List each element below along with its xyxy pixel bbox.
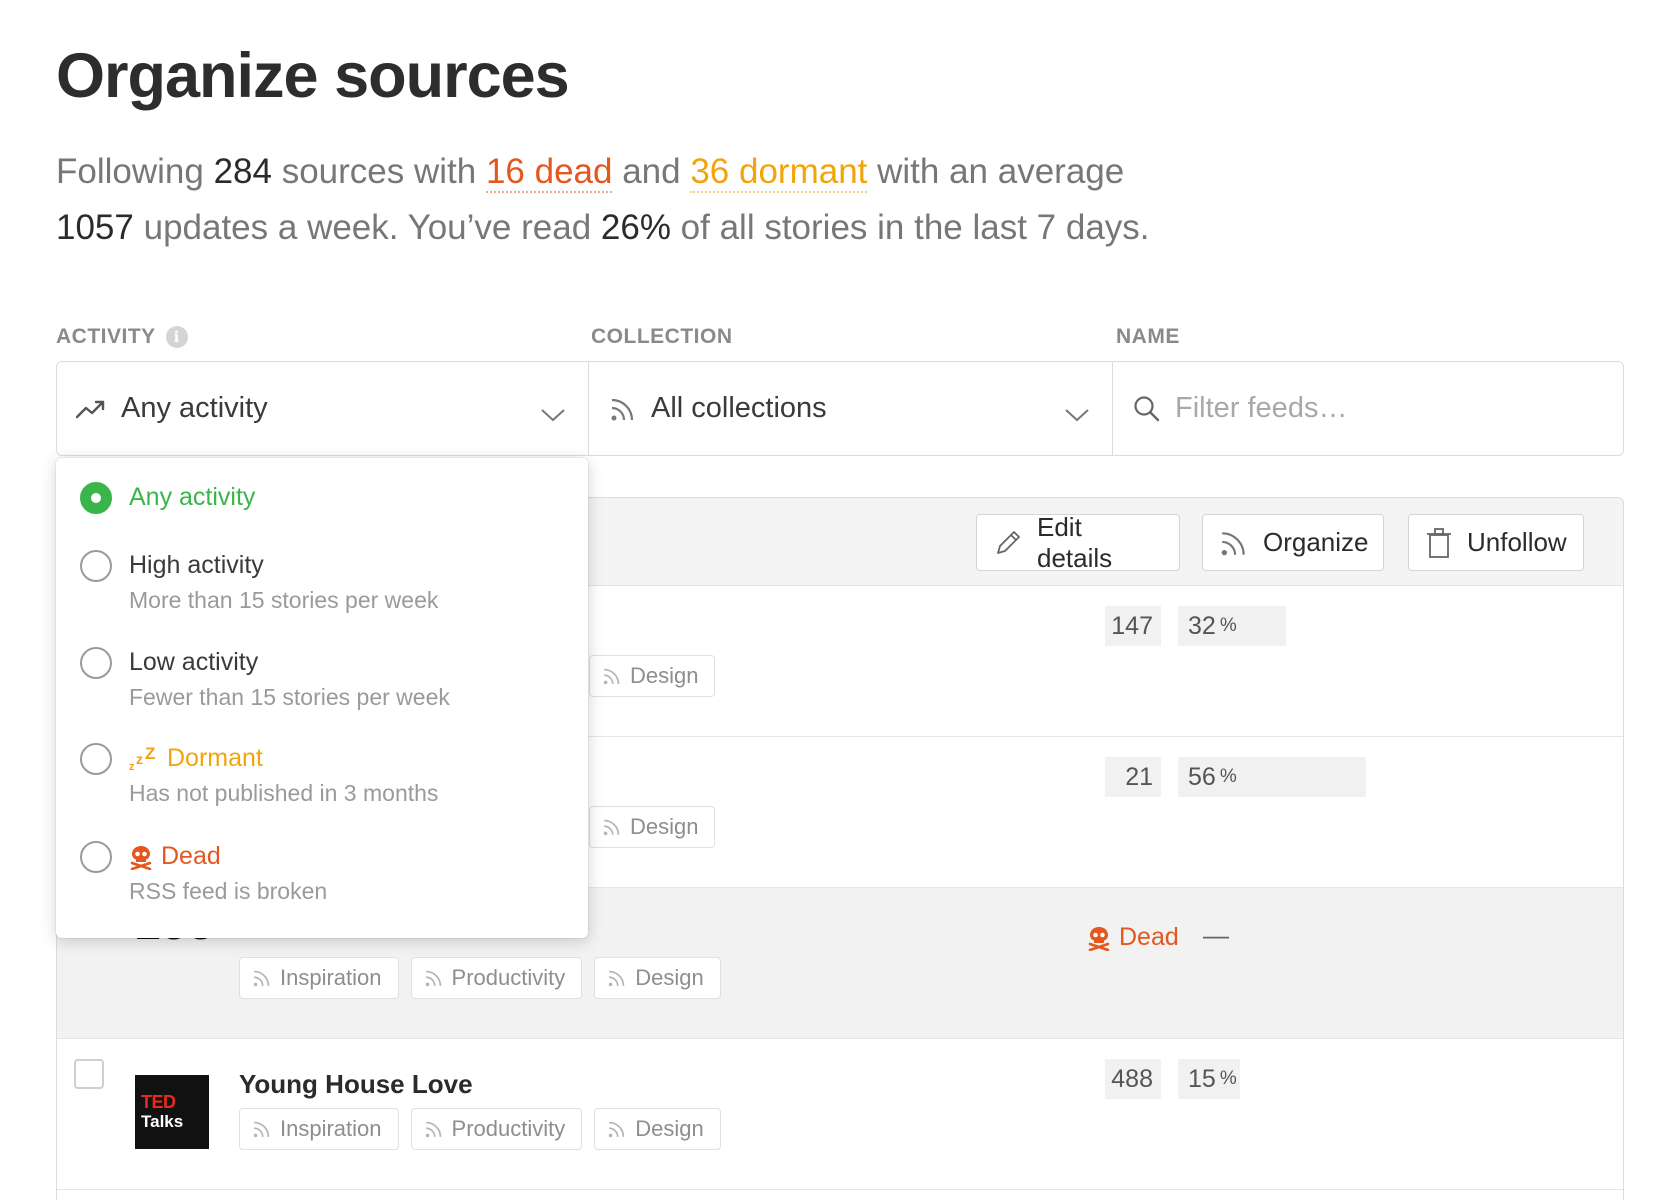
collection-filter-label: COLLECTION: [591, 325, 733, 348]
trend-icon: [75, 397, 107, 421]
rss-icon: [252, 1119, 272, 1139]
feed-row[interactable]: TED Talks Young House Love Inspiration P…: [57, 1039, 1623, 1190]
tag-inspiration[interactable]: Inspiration: [239, 1108, 399, 1150]
radio-unselected[interactable]: [80, 841, 112, 873]
dead-status-badge: Dead: [1087, 923, 1179, 952]
dormant-sources-link[interactable]: 36 dormant: [690, 152, 868, 193]
feed-tags: Design: [589, 655, 716, 697]
filter-bar: Any activity All collections: [56, 361, 1624, 456]
rss-icon: [1219, 528, 1249, 558]
tag-design[interactable]: Design: [594, 1108, 721, 1150]
summary-text: Following 284 sources with 16 dead and 3…: [56, 152, 1150, 247]
chevron-down-icon: [1064, 398, 1090, 431]
feed-tags: Design: [589, 806, 716, 848]
feed-name[interactable]: Young House Love: [239, 1069, 473, 1100]
tag-design[interactable]: Design: [589, 655, 716, 697]
weekly-stories-count: 147: [1105, 606, 1161, 646]
tag-inspiration[interactable]: Inspiration: [239, 957, 399, 999]
feed-tags: Inspiration Productivity Design: [239, 1108, 721, 1150]
activity-filter-label: ACTIVITY i: [56, 325, 188, 349]
option-low-activity[interactable]: Low activity Fewer than 15 stories per w…: [56, 647, 588, 723]
tag-design[interactable]: Design: [594, 957, 721, 999]
read-percentage: 26%: [600, 208, 671, 247]
rss-icon: [424, 968, 444, 988]
radio-selected[interactable]: [80, 482, 112, 514]
unfollow-button[interactable]: Unfollow: [1408, 514, 1584, 571]
rss-icon: [607, 1119, 627, 1139]
tag-productivity[interactable]: Productivity: [410, 957, 583, 999]
updates-count: 1057: [56, 208, 134, 247]
activity-select-value: Any activity: [121, 392, 268, 424]
tag-productivity[interactable]: Productivity: [410, 1108, 583, 1150]
name-filter-label: NAME: [1116, 325, 1180, 348]
radio-unselected[interactable]: [80, 743, 112, 775]
feed-logo: TED Talks: [135, 1075, 209, 1149]
weekly-stories-count: 21: [1105, 757, 1161, 797]
option-any-activity[interactable]: Any activity: [56, 482, 588, 522]
read-percentage-empty: —: [1203, 920, 1229, 950]
row-checkbox[interactable]: [74, 1059, 104, 1089]
chevron-down-icon: [540, 398, 566, 431]
radio-unselected[interactable]: [80, 647, 112, 679]
option-dormant[interactable]: zzZ Dormant Has not published in 3 month…: [56, 743, 588, 819]
read-percentage-bar: 15%: [1178, 1059, 1240, 1099]
read-percentage-bar: 32%: [1178, 606, 1286, 646]
collection-select-value: All collections: [651, 392, 827, 424]
filter-feeds-input[interactable]: [1175, 392, 1595, 425]
rss-icon: [252, 968, 272, 988]
activity-dropdown-menu: Any activity High activity More than 15 …: [56, 458, 588, 938]
name-filter: [1113, 362, 1623, 455]
option-high-activity[interactable]: High activity More than 15 stories per w…: [56, 550, 588, 626]
rss-icon: [607, 968, 627, 988]
info-icon[interactable]: i: [165, 326, 188, 348]
feed-tags: Inspiration Productivity Design: [239, 957, 721, 999]
svg-text:Z: Z: [145, 746, 155, 763]
following-count: 284: [213, 152, 272, 191]
page-title: Organize sources: [56, 41, 570, 111]
edit-details-button[interactable]: Edit details: [976, 512, 1180, 573]
search-icon: [1133, 395, 1161, 423]
zzz-icon: zzZ: [129, 746, 159, 772]
skull-icon: [1087, 925, 1111, 951]
trash-icon: [1425, 527, 1453, 559]
svg-text:z: z: [136, 751, 143, 767]
svg-text:z: z: [129, 761, 135, 772]
rss-icon: [602, 666, 622, 686]
activity-select[interactable]: Any activity: [57, 362, 589, 455]
read-percentage-bar: 56%: [1178, 757, 1366, 797]
rss-icon: [424, 1119, 444, 1139]
dead-sources-link[interactable]: 16 dead: [485, 152, 613, 193]
tag-design[interactable]: Design: [589, 806, 716, 848]
collection-select[interactable]: All collections: [589, 362, 1113, 455]
radio-unselected[interactable]: [80, 550, 112, 582]
option-dead[interactable]: Dead RSS feed is broken: [56, 841, 588, 917]
pencil-icon: [993, 528, 1023, 558]
organize-button[interactable]: Organize: [1202, 514, 1384, 571]
weekly-stories-count: 488: [1105, 1059, 1161, 1099]
skull-icon: [129, 844, 153, 870]
rss-icon: [609, 395, 637, 423]
rss-icon: [602, 817, 622, 837]
